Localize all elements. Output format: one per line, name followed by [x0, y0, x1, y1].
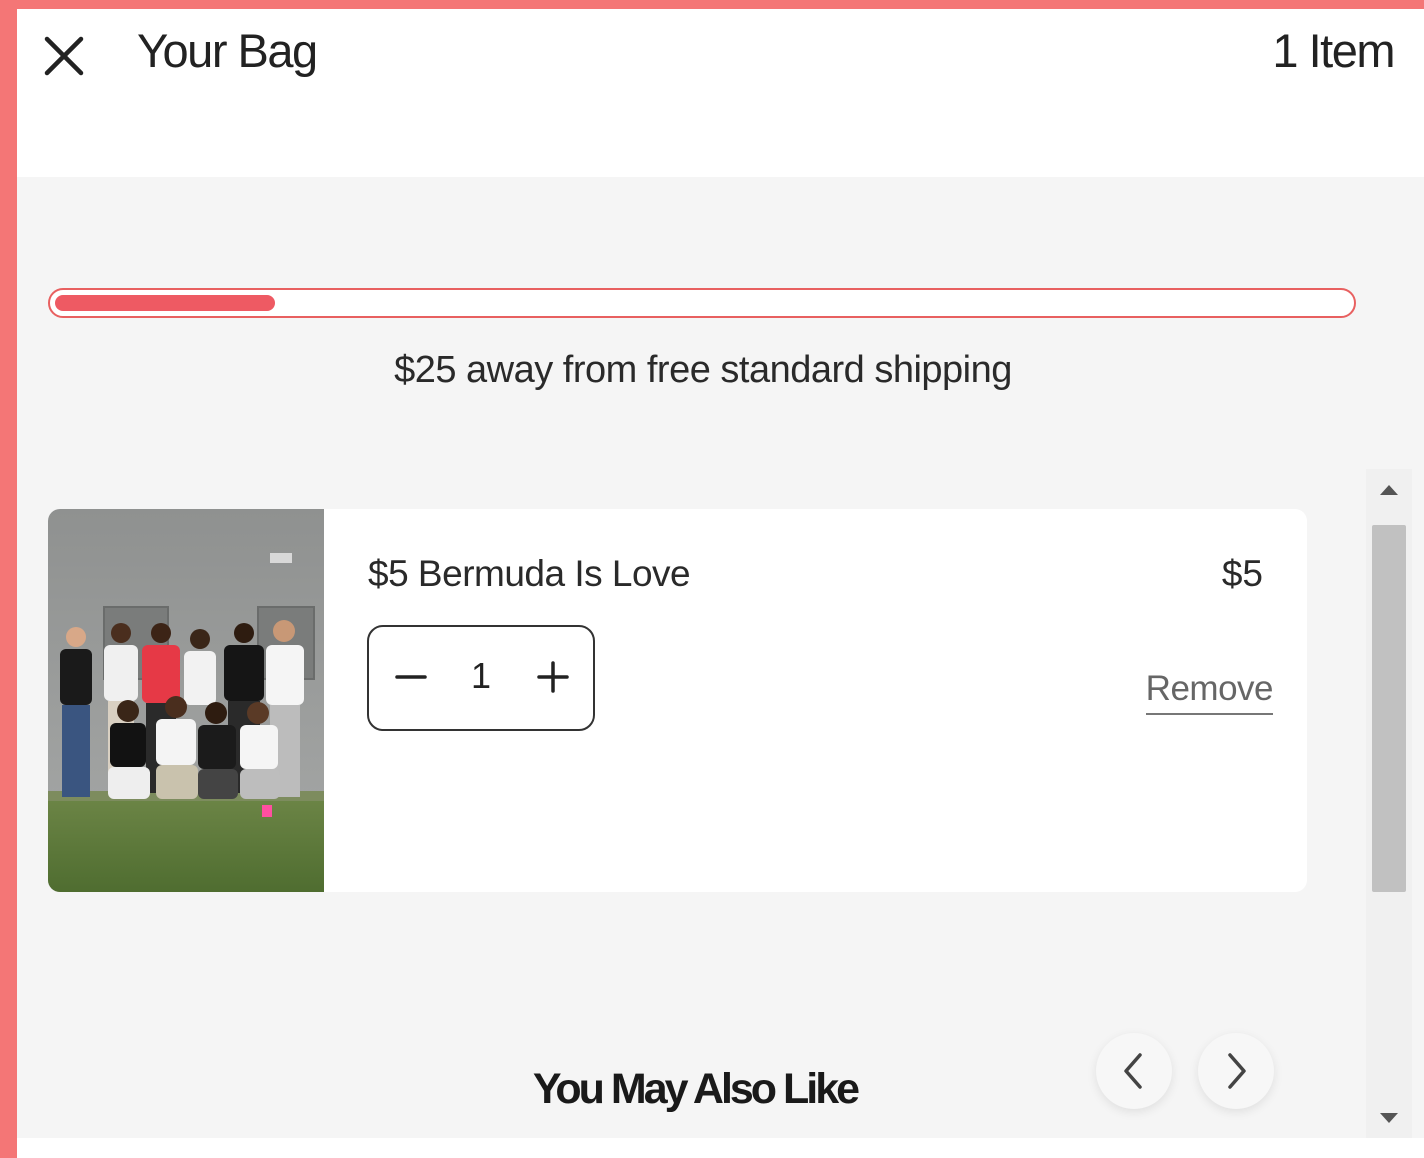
item-count: 1 Item — [1272, 24, 1395, 77]
bag-header: Your Bag 1 Item — [17, 9, 1424, 177]
product-price: $5 — [1221, 553, 1263, 594]
cart-item: $5 Bermuda Is Love $5 1 Remove — [48, 509, 1307, 892]
bag-content: $25 away from free standard shipping $5 … — [17, 177, 1424, 1139]
triangle-up-icon — [1380, 485, 1398, 495]
progress-fill — [55, 295, 275, 311]
carousel-next-button[interactable] — [1198, 1033, 1274, 1109]
quantity-value: 1 — [470, 655, 492, 696]
product-image[interactable] — [48, 509, 324, 892]
scroll-up-button[interactable] — [1366, 469, 1412, 513]
free-shipping-progress-bar — [48, 288, 1356, 318]
product-name[interactable]: $5 Bermuda Is Love — [368, 553, 691, 595]
quantity-stepper: 1 — [367, 625, 595, 731]
close-icon — [44, 36, 84, 76]
decrease-quantity-button[interactable] — [379, 645, 443, 709]
increase-quantity-button[interactable] — [521, 645, 585, 709]
carousel-prev-button[interactable] — [1096, 1033, 1172, 1109]
chevron-right-icon — [1228, 1053, 1246, 1089]
close-button[interactable] — [41, 33, 87, 79]
scrollbar-thumb[interactable] — [1372, 525, 1406, 892]
chevron-left-icon — [1124, 1053, 1142, 1089]
group-photo-image — [48, 509, 324, 892]
minus-icon — [395, 675, 427, 679]
triangle-down-icon — [1380, 1113, 1398, 1123]
plus-icon — [537, 661, 569, 693]
footer-strip — [17, 1138, 1424, 1158]
scroll-down-button[interactable] — [1366, 1095, 1412, 1139]
remove-item-link[interactable]: Remove — [1145, 669, 1274, 715]
bag-drawer: Your Bag 1 Item $25 away from free stand… — [17, 9, 1424, 1158]
free-shipping-message: $25 away from free standard shipping — [394, 349, 1012, 391]
page-title: Your Bag — [137, 24, 318, 77]
scrollbar[interactable] — [1366, 469, 1412, 1139]
